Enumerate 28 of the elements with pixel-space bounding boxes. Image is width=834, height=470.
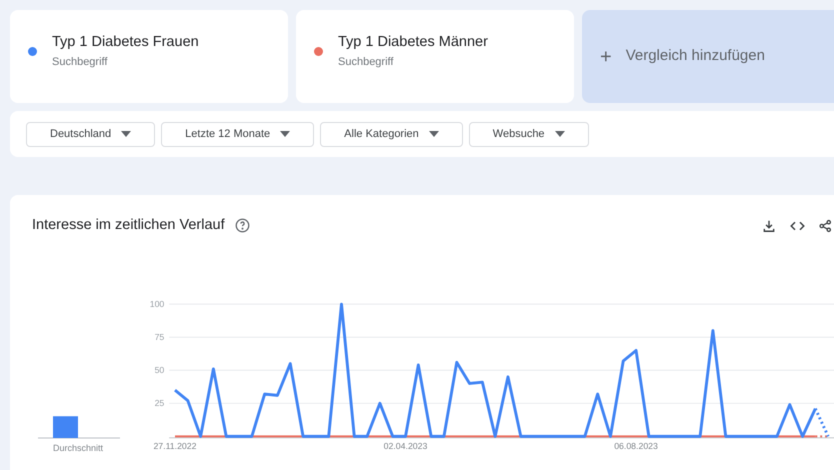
term-type: Suchbegriff <box>338 55 394 70</box>
term-type: Suchbegriff <box>52 55 108 70</box>
filter-dropdown[interactable]: Letzte 12 Monate <box>161 122 314 146</box>
y-tick-label: 50 <box>154 364 164 375</box>
share-icon[interactable] <box>819 218 832 233</box>
y-tick-label: 25 <box>154 398 164 408</box>
search-term-card[interactable]: Typ 1 Diabetes Männer Suchbegriff <box>296 10 574 103</box>
caret-icon <box>121 131 132 137</box>
average-label: Durchschnitt <box>52 442 104 453</box>
section-title: Interesse im zeitlichen Verlauf <box>32 216 225 235</box>
term-label: Typ 1 Diabetes Frauen <box>52 33 199 52</box>
add-comparison-button[interactable]: + Vergleich hinzufügen <box>582 10 834 103</box>
x-tick-label: 27.11.2022 <box>153 440 197 451</box>
x-tick-label: 02.04.2023 <box>384 440 428 451</box>
embed-code-icon[interactable] <box>790 220 805 232</box>
filter-dropdown[interactable]: Alle Kategorien <box>320 122 463 146</box>
caret-icon <box>280 131 290 137</box>
y-tick-label: 100 <box>150 298 164 309</box>
filter-dropdown[interactable]: Deutschland <box>26 122 156 146</box>
caret-icon <box>554 131 565 137</box>
x-tick-label: 06.08.2023 <box>614 440 658 451</box>
search-term-card[interactable]: Typ 1 Diabetes Frauen Suchbegriff <box>10 10 288 103</box>
y-tick-label: 75 <box>154 332 164 342</box>
download-icon[interactable] <box>762 218 776 233</box>
help-icon[interactable] <box>234 218 250 234</box>
term-label: Typ 1 Diabetes Männer <box>338 33 488 52</box>
filter-dropdown[interactable]: Websuche <box>468 122 589 146</box>
caret-icon <box>428 131 439 137</box>
